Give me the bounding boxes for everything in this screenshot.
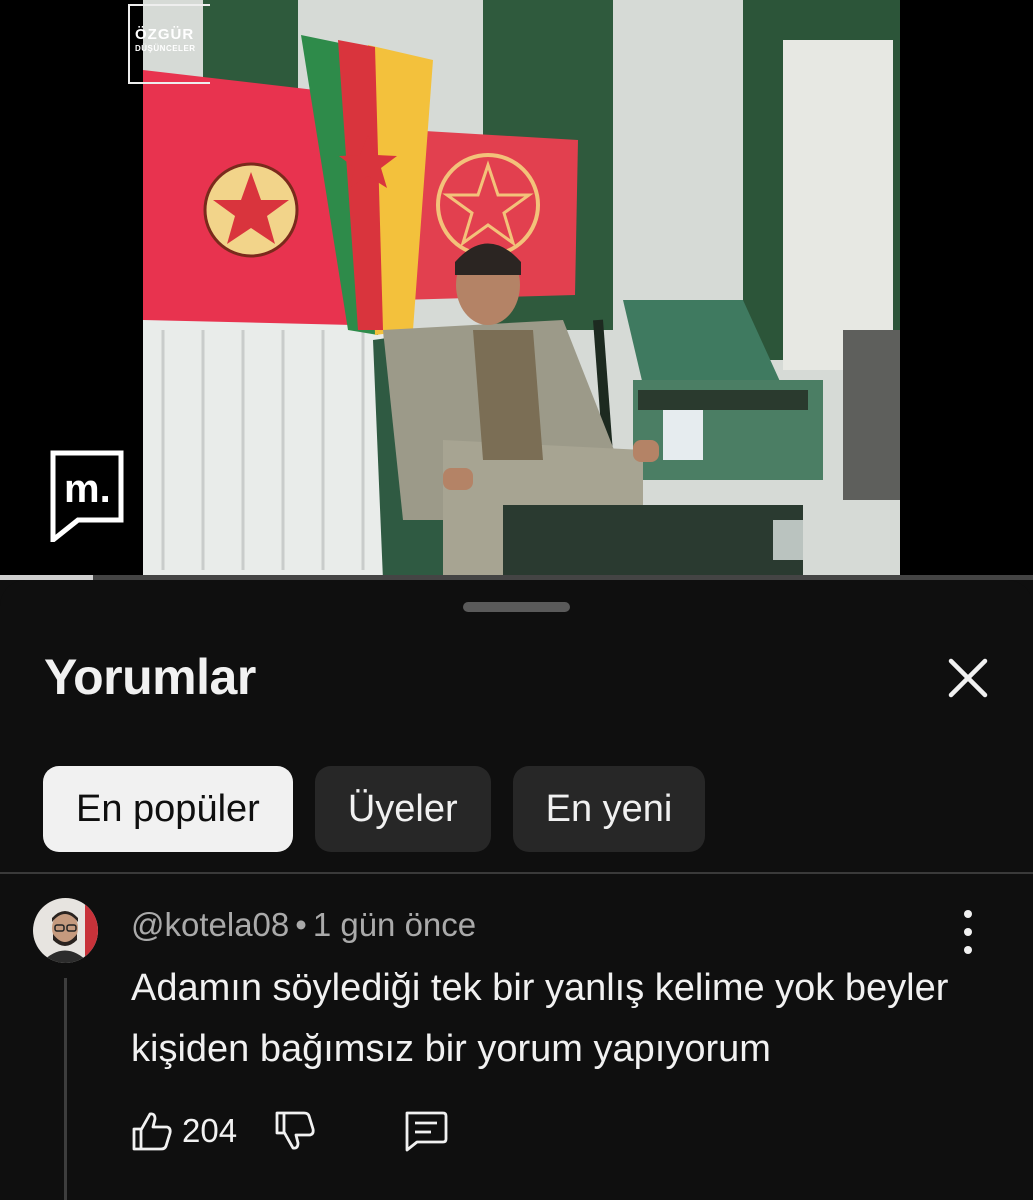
dislike-button[interactable] (273, 1109, 317, 1153)
chip-members[interactable]: Üyeler (314, 766, 491, 852)
meta-separator: • (295, 906, 307, 943)
like-count: 204 (182, 1112, 238, 1149)
divider (0, 872, 1033, 874)
comment-meta: @kotela08 • 1 gün önce (131, 906, 476, 944)
more-options-button[interactable] (952, 910, 984, 954)
avatar[interactable] (33, 898, 98, 963)
channel-logo-text: m. (64, 467, 111, 511)
close-button[interactable] (938, 648, 998, 708)
reply-icon (405, 1111, 448, 1152)
ozgur-watermark: ÖZGÜR DÜŞÜNCELER (128, 4, 210, 84)
close-icon (948, 658, 988, 698)
panel-title: Yorumlar (44, 649, 256, 705)
comments-sheet: Yorumlar En popüler Üyeler En yeni @kote… (0, 580, 1033, 1200)
dislike-icon (275, 1111, 315, 1150)
chip-most-popular[interactable]: En popüler (43, 766, 293, 852)
video-player[interactable]: ÖZGÜR DÜŞÜNCELER m. (0, 0, 1033, 580)
reply-button[interactable] (401, 1109, 449, 1153)
like-icon (132, 1112, 172, 1151)
thread-line (64, 978, 67, 1200)
chip-newest[interactable]: En yeni (512, 766, 706, 852)
comment-time: 1 gün önce (312, 906, 477, 943)
like-button[interactable]: 204 (130, 1109, 237, 1153)
more-vert-icon (964, 910, 972, 918)
drag-handle[interactable] (463, 602, 570, 612)
video-frame (143, 0, 900, 580)
sort-filter-chips: En popüler Üyeler En yeni (43, 766, 706, 852)
watermark-title: ÖZGÜR (135, 26, 195, 43)
comment-text: Adamın söylediği tek bir yanlış kelime y… (131, 967, 949, 1070)
comment-author[interactable]: @kotela08 (131, 906, 289, 943)
channel-logo: m. (50, 450, 124, 547)
comment-actions: 204 (130, 1106, 449, 1156)
watermark-subtitle: DÜŞÜNCELER (135, 44, 196, 53)
